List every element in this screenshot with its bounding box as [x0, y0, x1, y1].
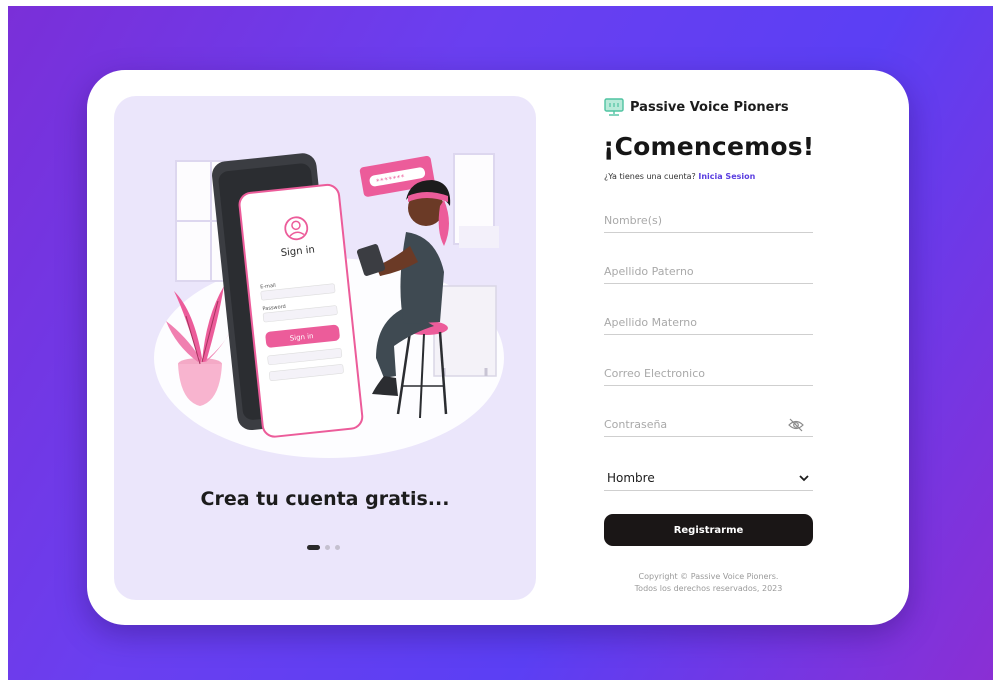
tagline: Crea tu cuenta gratis... — [200, 488, 450, 510]
paternal-surname-input[interactable] — [604, 260, 813, 284]
monitor-icon — [604, 98, 624, 116]
signup-illustration: Sign in E-mail Password Sign in ******* — [154, 153, 504, 458]
copyright-line-2: Todos los derechos reservados, 2023 — [634, 584, 783, 593]
password-input[interactable] — [604, 413, 813, 437]
gender-select[interactable]: Hombre — [604, 465, 813, 491]
maternal-surname-input[interactable] — [604, 311, 813, 335]
carousel-dot[interactable] — [335, 545, 340, 550]
chevron-down-icon — [799, 474, 809, 481]
have-account-text: ¿Ya tienes una cuenta? — [604, 172, 696, 181]
brand-name: Passive Voice Pioners — [630, 99, 789, 115]
first-name-input[interactable] — [604, 209, 813, 233]
carousel-dot-active[interactable] — [307, 545, 320, 550]
carousel-dots — [307, 545, 340, 550]
page-title: ¡Comencemos! — [603, 132, 815, 161]
eye-off-icon[interactable] — [788, 418, 804, 432]
login-link[interactable]: Inicia Sesion — [698, 172, 755, 181]
have-account-line: ¿Ya tienes una cuenta? Inicia Sesion — [604, 172, 755, 181]
illustration-panel: Sign in E-mail Password Sign in ******* — [114, 96, 536, 600]
gender-select-value: Hombre — [607, 470, 655, 485]
copyright-line-1: Copyright © Passive Voice Pioners. — [638, 572, 779, 581]
brand: Passive Voice Pioners — [604, 98, 789, 116]
email-input[interactable] — [604, 362, 813, 386]
carousel-dot[interactable] — [325, 545, 330, 550]
register-button[interactable]: Registrarme — [604, 514, 813, 546]
copyright: Copyright © Passive Voice Pioners. Todos… — [604, 571, 813, 595]
